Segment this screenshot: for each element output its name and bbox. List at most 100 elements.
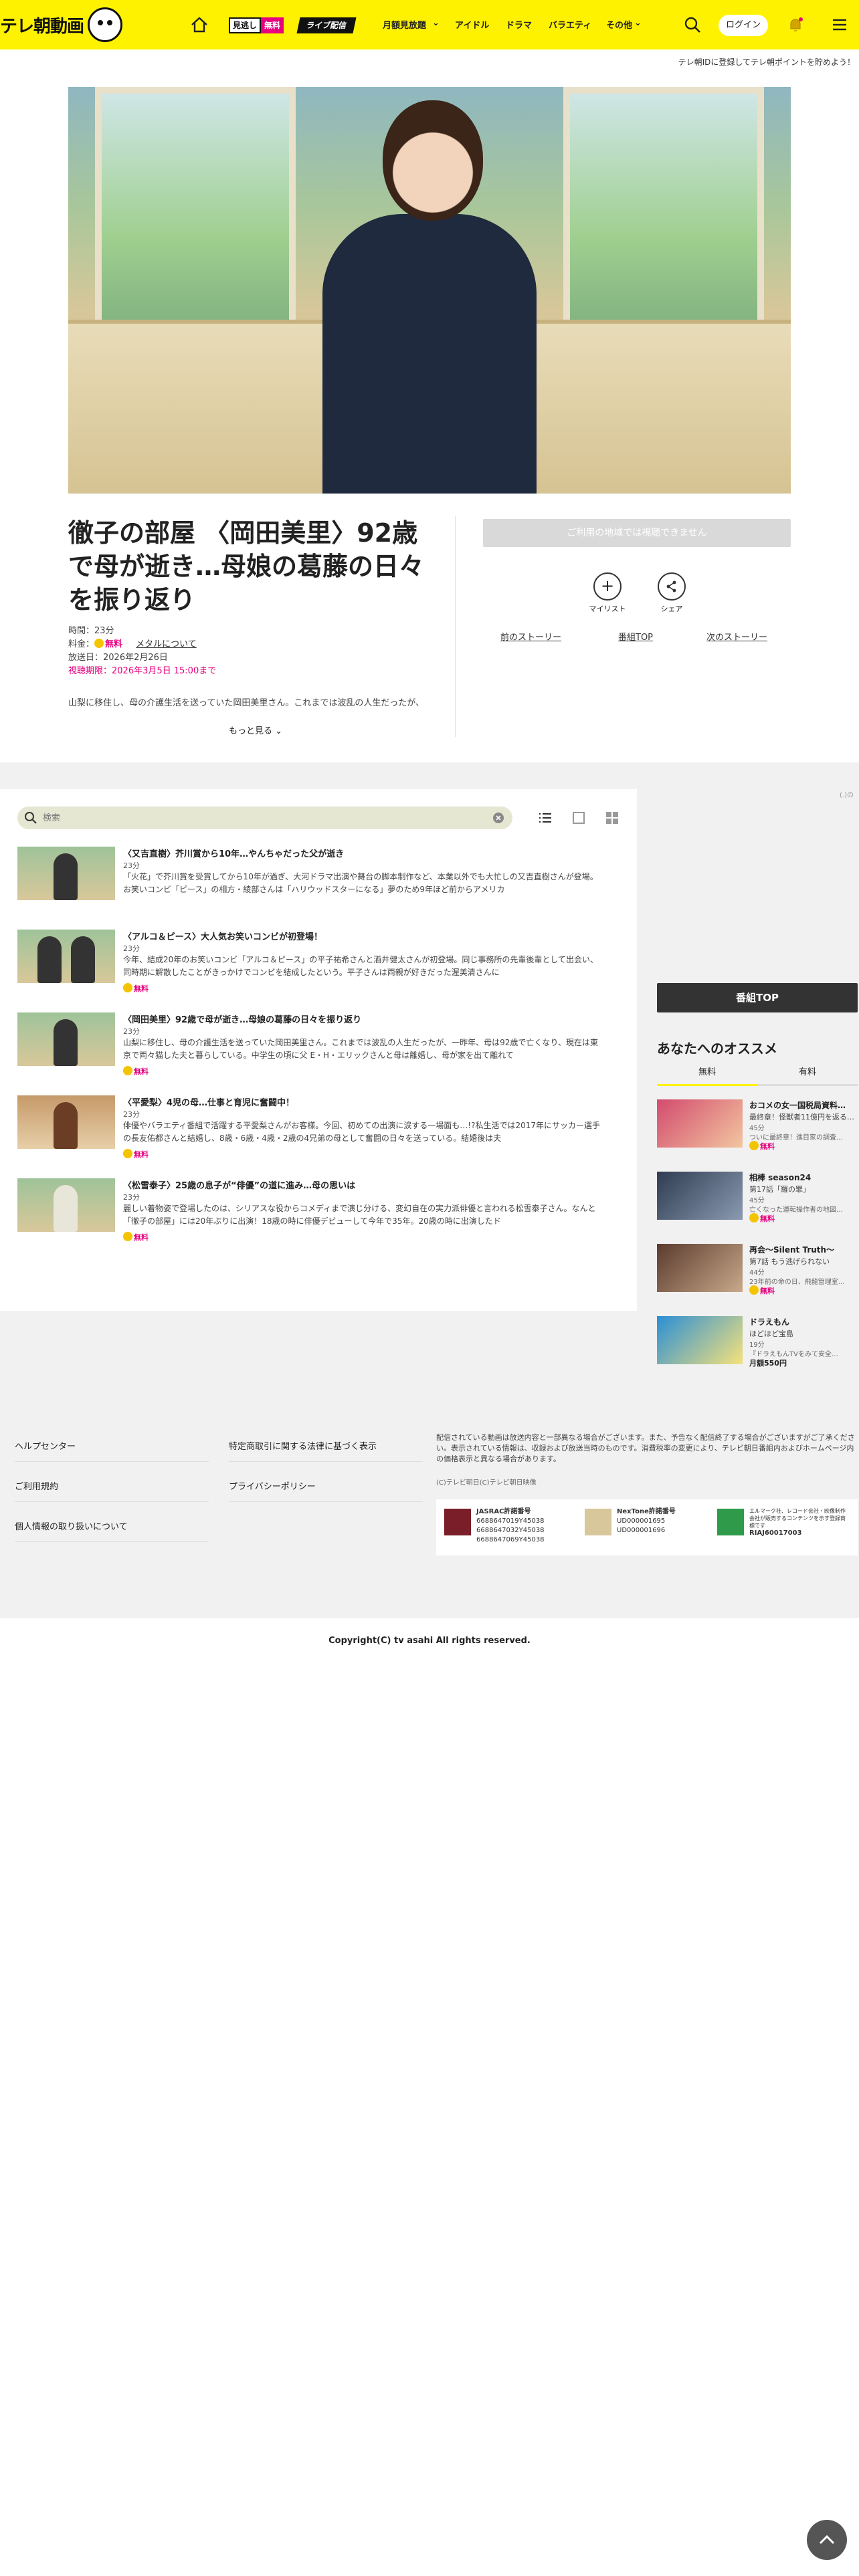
- price-label: 料金：: [68, 639, 95, 649]
- recommend-title: ドラえもん: [749, 1317, 790, 1327]
- tab-free[interactable]: 無料: [657, 1065, 757, 1086]
- episode-item[interactable]: 〈岡田美里〉92歳で母が逝き…母娘の葛藤の日々を振り返り 23分 山梨に移住し、…: [17, 1012, 619, 1086]
- footer-tv-copyright: (C)テレビ朝日(C)テレビ朝日映像: [436, 1479, 537, 1487]
- footer-link-privacy-handling[interactable]: 個人情報の取り扱いについて: [15, 1519, 209, 1542]
- search-icon[interactable]: [682, 15, 702, 35]
- episode-item-title: 〈又吉直樹〉芥川賞から10年…やんちゃだった父が逝き: [123, 849, 345, 859]
- chevron-down-icon: ⌄: [432, 18, 440, 28]
- tab-paid[interactable]: 有料: [757, 1065, 858, 1086]
- recommend-duration: 45分: [749, 1197, 765, 1204]
- card-view-icon[interactable]: [571, 811, 586, 825]
- free-coin-icon: [123, 1066, 132, 1075]
- free-coin-icon: [749, 1213, 759, 1222]
- free-tag: 無料: [749, 1141, 775, 1152]
- login-button[interactable]: ログイン: [719, 15, 768, 36]
- share-button[interactable]: シェア: [652, 572, 692, 614]
- logo-text: テレ朝動画: [0, 16, 84, 37]
- nextone-info: NexTone許諾番号 UD000001695 UD000001696: [617, 1507, 676, 1535]
- recommend-item[interactable]: おコメの女一国税局資料… 最終章！怪獣者11億円を返る… 45分 ついに最終章！…: [657, 1099, 858, 1153]
- free-tag: 無料: [749, 1285, 775, 1296]
- prev-story-link[interactable]: 前のストーリー: [500, 630, 561, 643]
- free-coin-icon: [123, 983, 132, 992]
- free-catchup-badge[interactable]: 見逃し 無料: [229, 17, 284, 33]
- free-label: 無料: [134, 1150, 149, 1159]
- episode-item-duration: 23分: [123, 1027, 140, 1036]
- recommend-duration: 44分: [749, 1269, 765, 1277]
- nextone-title: NexTone許諾番号: [617, 1508, 676, 1515]
- ad-tag: (.)の: [840, 792, 854, 799]
- mylist-label: マイリスト: [589, 605, 626, 613]
- free-label: 無料: [134, 1067, 149, 1076]
- share-icon: [658, 572, 686, 601]
- episode-item-duration: 23分: [123, 1193, 140, 1202]
- chevron-down-icon: ⌄: [275, 726, 283, 736]
- recommend-item[interactable]: ドラえもん ほどほど宝島 19分 『ドラえもんTVをみて安全… 月額550円: [657, 1316, 858, 1370]
- home-icon[interactable]: [190, 16, 209, 33]
- recommend-item[interactable]: 再会～Silent Truth～ 第7話 もう逃げられない 44分 23年前の命…: [657, 1244, 858, 1297]
- mylist-button[interactable]: + マイリスト: [587, 572, 628, 614]
- show-more-label: もっと見る: [228, 726, 272, 736]
- l-mark-icon: [717, 1509, 744, 1535]
- hero-video-image[interactable]: [68, 87, 791, 494]
- nav-monthly[interactable]: 月額見放題: [383, 18, 426, 31]
- riaj-num: RIAJ60017003: [749, 1529, 802, 1537]
- show-more-button[interactable]: もっと見る ⌄: [68, 724, 443, 736]
- meta-link[interactable]: メタルについて: [136, 639, 197, 649]
- promo-banner[interactable]: テレ朝IDに登録してテレ朝ポイントを貯めよう！: [678, 56, 855, 68]
- chevron-down-icon: ⌄: [634, 18, 642, 28]
- recommend-description: 『ドラえもんTVをみて安全…: [749, 1351, 838, 1358]
- nav-drama[interactable]: ドラマ: [506, 18, 532, 31]
- share-label: シェア: [660, 605, 683, 613]
- recommend-subtitle: ほどほど宝島: [749, 1329, 793, 1338]
- episode-item[interactable]: 〈松雪泰子〉25歳の息子が“俳優”の道に進み…母の思いは 23分 麗しい着物姿で…: [17, 1178, 619, 1252]
- episode-item-description: 山梨に移住し、母の介護生活を送っていた岡田美里さん。これまでは波乱の人生だったが…: [123, 1038, 598, 1060]
- free-label: 無料: [760, 1142, 775, 1151]
- page-top-button[interactable]: [807, 2520, 847, 2560]
- divider: [455, 516, 456, 737]
- program-top-link[interactable]: 番組TOP: [618, 630, 653, 643]
- recommend-thumbnail: [657, 1316, 743, 1364]
- free-tag: 無料: [123, 1232, 149, 1243]
- episode-item[interactable]: 〈平愛梨〉4児の母…仕事と育児に奮闘中！ 23分 俳優やバラエティ番組で活躍する…: [17, 1095, 619, 1169]
- footer-link-commerce-law[interactable]: 特定商取引に関する法律に基づく表示: [229, 1439, 423, 1462]
- recommend-heading: あなたへのオススメ: [657, 1041, 777, 1057]
- notification-bell-icon[interactable]: [785, 15, 805, 35]
- live-badge[interactable]: ライブ配信: [296, 17, 357, 33]
- recommend-thumbnail: [657, 1244, 743, 1292]
- free-tag: 無料: [123, 983, 149, 994]
- list-view-icon[interactable]: [538, 811, 553, 825]
- footer-link-help[interactable]: ヘルプセンター: [15, 1439, 209, 1462]
- nav-idol[interactable]: アイドル: [455, 18, 489, 31]
- next-story-link[interactable]: 次のストーリー: [706, 630, 767, 643]
- episode-search: [17, 807, 512, 829]
- grid-view-icon[interactable]: [605, 811, 619, 825]
- episode-item-duration: 23分: [123, 1110, 140, 1119]
- free-label: 無料: [134, 1233, 149, 1242]
- footer-link-privacy-policy[interactable]: プライバシーポリシー: [229, 1479, 423, 1502]
- episode-item-description: 俳優やバラエティ番組で活躍する平愛梨さんがお客様。今回、初めての出演に涙する一場…: [123, 1121, 601, 1143]
- episode-aired: 放送日：2026年2月26日: [68, 653, 168, 663]
- episode-item[interactable]: 〈アルコ＆ピース〉大人気お笑いコンビが初登場！ 23分 今年、結成20年のお笑い…: [17, 930, 619, 1003]
- free-label: 無料: [134, 984, 149, 993]
- recommend-description: ついに最終章！進目家の調査…: [749, 1134, 843, 1142]
- nav-other[interactable]: その他: [606, 18, 632, 31]
- clear-icon[interactable]: [492, 812, 504, 824]
- copyright: Copyright(C) tv asahi All rights reserve…: [328, 1636, 531, 1646]
- jasrac-icon: [444, 1509, 471, 1535]
- price-tag: 月額550円: [749, 1359, 787, 1368]
- footer-link-terms[interactable]: ご利用規約: [15, 1479, 209, 1502]
- window-decor: [95, 87, 296, 341]
- site-logo[interactable]: テレ朝動画: [0, 4, 140, 45]
- episode-item[interactable]: 〈又吉直樹〉芥川賞から10年…やんちゃだった父が逝き 23分 「火花」で芥川賞を…: [17, 847, 619, 920]
- jasrac-info: JASRAC許諾番号 6688647019Y45038 6688647032Y4…: [476, 1507, 545, 1545]
- search-input[interactable]: [43, 807, 484, 829]
- jasrac-num: 6688647069Y45038: [476, 1536, 545, 1543]
- recommend-item[interactable]: 相棒 season24 第17話「羅の罪」 45分 亡くなった運転操作者の地図……: [657, 1172, 858, 1225]
- recommend-subtitle: 第17話「羅の罪」: [749, 1185, 810, 1194]
- free-label: 無料: [760, 1287, 775, 1295]
- program-top-button[interactable]: 番組TOP: [657, 983, 858, 1012]
- episode-title: 徹子の部屋 〈岡田美里〉92歳で母が逝き…母娘の葛藤の日々を振り返り: [68, 518, 425, 615]
- menu-icon[interactable]: [830, 15, 850, 35]
- episode-thumbnail: [17, 1178, 115, 1232]
- nav-variety[interactable]: バラエティ: [549, 18, 591, 31]
